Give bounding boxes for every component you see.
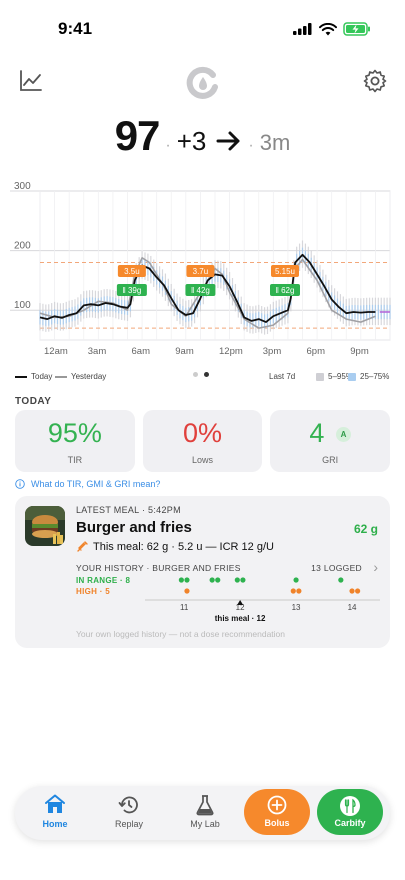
separator-dot: ·	[165, 137, 171, 154]
bolus-button[interactable]: Bolus	[244, 789, 310, 835]
glucose-chart[interactable]: 100 200 300 12am 3am 6am 9am 12pm 3pm 6pm 9pm 3.5u ‖…	[0, 180, 405, 365]
section-today: TODAY	[15, 396, 52, 407]
top-bar	[0, 60, 405, 110]
home-icon	[45, 794, 65, 813]
bottom-nav: Home Replay My Lab Bolus Carbify	[15, 786, 390, 840]
in-range-dot	[240, 577, 246, 583]
in-range-dot	[234, 577, 240, 583]
separator-dot: ·	[248, 137, 254, 154]
stat-lows[interactable]: 0% Lows	[142, 410, 263, 472]
page-indicator[interactable]	[193, 372, 209, 377]
wifi-icon	[319, 22, 337, 35]
high-dot	[349, 588, 355, 594]
stat-value: 95%	[47, 418, 102, 448]
x-tick-label: 3pm	[263, 346, 282, 357]
x-tick-label: 6am	[132, 346, 151, 357]
nav-my-lab[interactable]: My Lab	[169, 786, 241, 840]
gri-grade-badge: A	[335, 427, 351, 443]
stat-label: Lows	[192, 455, 214, 465]
utensils-icon	[340, 796, 360, 816]
in-range-dot	[184, 577, 190, 583]
battery-charging-icon	[343, 22, 370, 36]
chart-legend: Today Yesterday Last 7d 5–95% 25–75%	[15, 372, 392, 386]
history-tick-label: 11	[180, 603, 189, 612]
info-icon	[15, 479, 25, 489]
high-dot	[290, 588, 296, 594]
flask-icon	[196, 795, 214, 816]
status-time: 9:41	[58, 19, 93, 38]
history-icon	[118, 796, 138, 814]
stat-value: 4	[309, 418, 325, 448]
stat-gri[interactable]: 4 A GRI	[270, 410, 391, 472]
status-bar: 9:41	[0, 0, 405, 54]
stats-row: 95% TIR 0% Lows 4 A GRI	[15, 410, 391, 472]
history-tick-label: 14	[348, 603, 357, 612]
legend-yesterday: Yesterday	[55, 372, 106, 381]
y-tick-label: 100	[14, 300, 31, 311]
high-dot	[184, 588, 190, 594]
status-icons	[293, 22, 371, 36]
dose-label: 3.7u	[193, 267, 209, 276]
x-tick-label: 12am	[44, 346, 68, 357]
x-tick-label: 3am	[88, 346, 107, 357]
page-dot-active	[204, 372, 209, 377]
carbs-label: ‖ 62g	[276, 286, 295, 295]
plus-circle-icon	[267, 795, 287, 815]
x-tick-label: 12pm	[219, 346, 243, 357]
current-reading: 97 · +3 · 3m	[0, 112, 405, 162]
meal-footnote: Your own logged history — not a dose rec…	[76, 629, 286, 639]
nav-replay[interactable]: Replay	[93, 786, 165, 840]
x-tick-label: 9am	[175, 346, 194, 357]
in-range-dot	[338, 577, 344, 583]
gear-icon[interactable]	[362, 68, 388, 94]
trend-chart-icon[interactable]	[18, 68, 44, 94]
x-tick-label: 6pm	[307, 346, 326, 357]
dose-label: 3.5u	[124, 267, 140, 276]
high-dot	[355, 588, 361, 594]
in-range-dot	[178, 577, 184, 583]
stat-value: 0%	[182, 418, 223, 448]
dose-label: 5.15u	[275, 267, 295, 276]
stat-tir[interactable]: 95% TIR	[15, 410, 135, 472]
glucose-delta: +3	[176, 126, 207, 156]
stat-label: TIR	[67, 455, 83, 465]
y-tick-label: 300	[14, 181, 31, 192]
stat-label: GRI	[322, 455, 339, 465]
history-strip: 11 12 13 14this meal · 12	[145, 577, 380, 623]
metrics-info-link[interactable]: What do TIR, GMI & GRI mean?	[15, 479, 160, 489]
carbs-label: ‖ 42g	[191, 286, 210, 295]
history-tick-label: 13	[292, 603, 301, 612]
glucose-value: 97	[114, 112, 161, 159]
carbs-label: ‖ 39g	[122, 286, 141, 295]
in-range-dot	[209, 577, 215, 583]
arrow-right-icon	[216, 131, 240, 151]
in-range-dot	[293, 577, 299, 583]
y-tick-label: 200	[14, 241, 31, 252]
this-meal-label: this meal · 12	[215, 614, 266, 623]
reading-age: 3m	[259, 130, 291, 155]
x-tick-label: 9pm	[350, 346, 369, 357]
carbify-logo-icon	[186, 66, 218, 99]
carbify-button[interactable]: Carbify	[317, 789, 383, 835]
page-dot	[193, 372, 198, 377]
in-range-dot	[215, 577, 221, 583]
signal-icon	[293, 23, 312, 35]
legend-25-75: 25–75%	[348, 372, 389, 381]
high-dot	[296, 588, 302, 594]
legend-today: Today	[15, 372, 52, 381]
latest-meal-card[interactable]: LATEST MEAL · 5:42PM Burger and fries 62…	[15, 496, 390, 648]
nav-home[interactable]: Home	[21, 786, 89, 840]
legend-last7: Last 7d	[269, 372, 296, 381]
